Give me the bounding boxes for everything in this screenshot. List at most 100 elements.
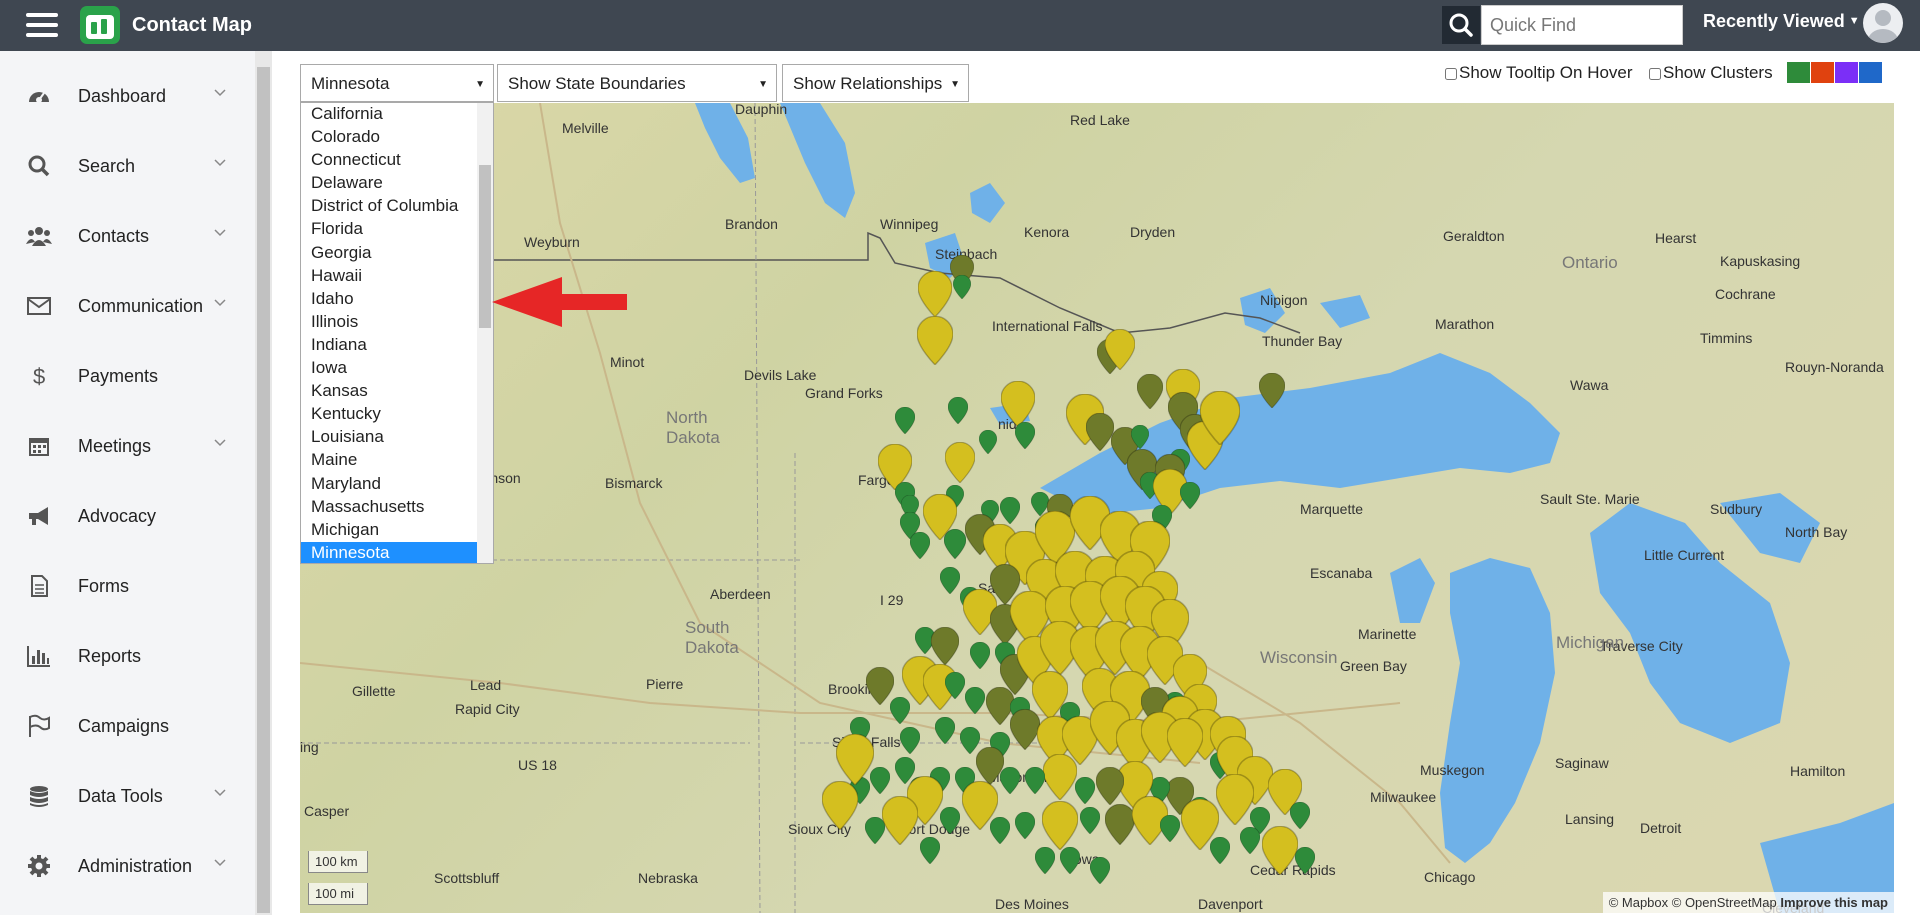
state-option[interactable]: Florida [301,218,478,241]
state-option[interactable]: Minnesota [301,541,478,563]
map-place-label: Milwaukee [1370,789,1437,805]
state-option[interactable]: Massachusetts [301,496,478,519]
map-place-label: Nebraska [638,870,698,886]
sidebar-item-label: Communication [78,296,204,316]
state-list-scrollbar[interactable] [477,103,493,563]
app-logo[interactable] [80,6,120,44]
sidebar-item-dashboard[interactable]: Dashboard [0,66,255,126]
cluster-color-swatch[interactable] [1811,62,1834,83]
sidebar-item-campaigns[interactable]: Campaigns [0,696,255,756]
chevron-down-icon [212,224,228,240]
map-place-label: Pierre [646,676,684,692]
sidebar-item-communication[interactable]: Communication [0,276,255,336]
chevron-down-icon [212,294,228,310]
improve-map-link[interactable]: Improve this map [1780,895,1888,910]
state-dropdown-list[interactable]: California Colorado Connecticut Delaware Dis… [300,102,494,564]
state-option[interactable]: Indiana [301,334,478,357]
state-list-scroll-thumb[interactable] [479,165,491,328]
state-option[interactable]: Georgia [301,242,478,265]
state-option[interactable]: Maryland [301,473,478,496]
map-place-label: Aberdeen [710,586,771,602]
state-option[interactable]: Kentucky [301,403,478,426]
sidebar-item-search[interactable]: Search [0,136,255,196]
map-place-label: ing [300,739,319,755]
state-option[interactable]: Maine [301,449,478,472]
map-region-label: Ontario [1562,253,1618,272]
sidebar-item-administration[interactable]: Administration [0,836,255,896]
state-option[interactable]: Louisiana [301,426,478,449]
map-place-label: Melville [562,120,609,136]
user-avatar[interactable] [1863,3,1903,43]
map-place-label: Chicago [1424,869,1476,885]
dashboard-icon [26,84,52,108]
sidebar-item-reports[interactable]: Reports [0,626,255,686]
map-place-label: Devils Lake [744,367,817,383]
map-canvas[interactable]: DauphinMelvilleRed LakenaWeyburnBrandonW… [300,103,1894,913]
state-option[interactable]: Idaho [301,288,478,311]
cluster-color-swatch[interactable] [1787,62,1810,83]
state-option[interactable]: Delaware [301,172,478,195]
sidebar-item-payments[interactable]: $ Payments [0,346,255,406]
map-place-label: Scottsbluff [434,870,500,886]
map-place-label: Saginaw [1555,755,1609,771]
map-place-label: Dauphin [735,103,788,117]
state-option[interactable]: Connecticut [301,149,478,172]
map-place-label: Des Moines [995,896,1069,912]
sidebar-scrollbar[interactable] [255,51,272,915]
map-place-label: Marathon [1435,316,1495,332]
state-option[interactable]: Iowa [301,357,478,380]
flag-icon [26,714,52,738]
attribution-text: © Mapbox © OpenStreetMap [1608,895,1777,910]
state-option[interactable]: District of Columbia [301,195,478,218]
state-select-value: Minnesota [311,74,390,93]
map-place-label: Weyburn [524,234,580,250]
recently-viewed-dropdown[interactable]: Recently Viewed ▼ [1703,11,1860,32]
calendar-icon [26,434,52,458]
caret-down-icon: ▼ [758,79,768,90]
state-option[interactable]: Michigan [301,519,478,542]
relationships-select[interactable]: Show Relationships ▼ [782,64,969,102]
state-option[interactable]: California [301,103,478,126]
map-place-label: Rapid City [455,701,520,717]
state-option[interactable]: Illinois [301,311,478,334]
sidebar-item-label: Reports [78,646,142,666]
map-place-label: Minot [610,354,645,370]
scale-bar-km: 100 km [308,851,368,873]
sidebar-item-label: Data Tools [78,786,163,806]
cluster-color-swatch[interactable] [1835,62,1858,83]
hamburger-menu-icon[interactable] [26,13,58,37]
users-icon [26,224,52,248]
document-icon [26,574,52,598]
map-place-label: US 18 [518,757,557,773]
sidebar-item-meetings[interactable]: Meetings [0,416,255,476]
boundaries-select[interactable]: Show State Boundaries ▼ [497,64,777,102]
sidebar-item-data-tools[interactable]: Data Tools [0,766,255,826]
map-place-label: Marquette [1300,501,1364,517]
quick-find-input[interactable] [1481,5,1683,45]
sidebar-item-advocacy[interactable]: Advocacy [0,486,255,546]
tooltip-checkbox-label: Show Tooltip On Hover [1459,63,1633,82]
state-option[interactable]: Hawaii [301,265,478,288]
state-option[interactable]: Colorado [301,126,478,149]
tooltip-checkbox-input[interactable] [1445,67,1457,80]
state-option[interactable]: Kansas [301,380,478,403]
svg-text:$: $ [33,364,45,388]
caret-down-icon: ▼ [950,79,960,90]
bar-chart-icon [26,644,52,668]
sidebar-scroll-thumb[interactable] [257,67,270,913]
chevron-down-icon [212,854,228,870]
clusters-checkbox-input[interactable] [1649,67,1661,80]
tooltip-on-hover-checkbox[interactable]: Show Tooltip On Hover [1445,63,1633,83]
search-icon [26,154,52,178]
map-place-label: Red Lake [1070,112,1130,128]
state-select[interactable]: Minnesota ▼ [300,64,494,102]
search-icon[interactable] [1442,6,1480,44]
sidebar-item-forms[interactable]: Forms [0,556,255,616]
show-clusters-checkbox[interactable]: Show Clusters [1649,63,1773,83]
map-place-label: Rouyn-Noranda [1785,359,1884,375]
sidebar-item-label: Payments [78,366,159,386]
sidebar-item-contacts[interactable]: Contacts [0,206,255,266]
cluster-color-swatch[interactable] [1859,62,1882,83]
envelope-icon [26,294,52,318]
chevron-down-icon [212,784,228,800]
